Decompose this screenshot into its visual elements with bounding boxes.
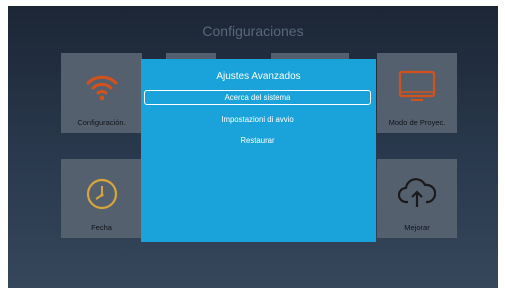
advanced-settings-dialog: Ajustes Avanzados Acerca del sistema Imp…	[141, 59, 376, 242]
dialog-title: Ajustes Avanzados	[216, 71, 301, 82]
monitor-icon	[397, 69, 437, 103]
cloud-upload-icon	[398, 176, 436, 210]
menu-item-acerca-del-sistema[interactable]: Acerca del sistema	[144, 90, 371, 105]
tile-configuracion[interactable]: Configuración.	[61, 53, 142, 133]
settings-screen: Configuraciones Configuración. Modo de P…	[8, 6, 498, 288]
menu-item-impostazioni-di-avvio[interactable]: Impostazioni di avvio	[144, 112, 371, 127]
tile-label: Modo de Proyec.	[388, 118, 446, 127]
tile-label: Fecha	[91, 223, 112, 232]
menu-item-restaurar[interactable]: Restaurar	[144, 133, 371, 148]
tile-label: Configuración.	[77, 118, 126, 127]
tile-fecha[interactable]: Fecha	[61, 159, 142, 238]
tile-modo-proyeccion[interactable]: Modo de Proyec.	[377, 53, 457, 133]
wifi-icon	[85, 71, 119, 101]
page-title: Configuraciones	[202, 23, 304, 39]
tile-mejorar[interactable]: Mejorar	[377, 159, 457, 238]
clock-icon	[85, 177, 119, 211]
tile-label: Mejorar	[404, 223, 430, 232]
